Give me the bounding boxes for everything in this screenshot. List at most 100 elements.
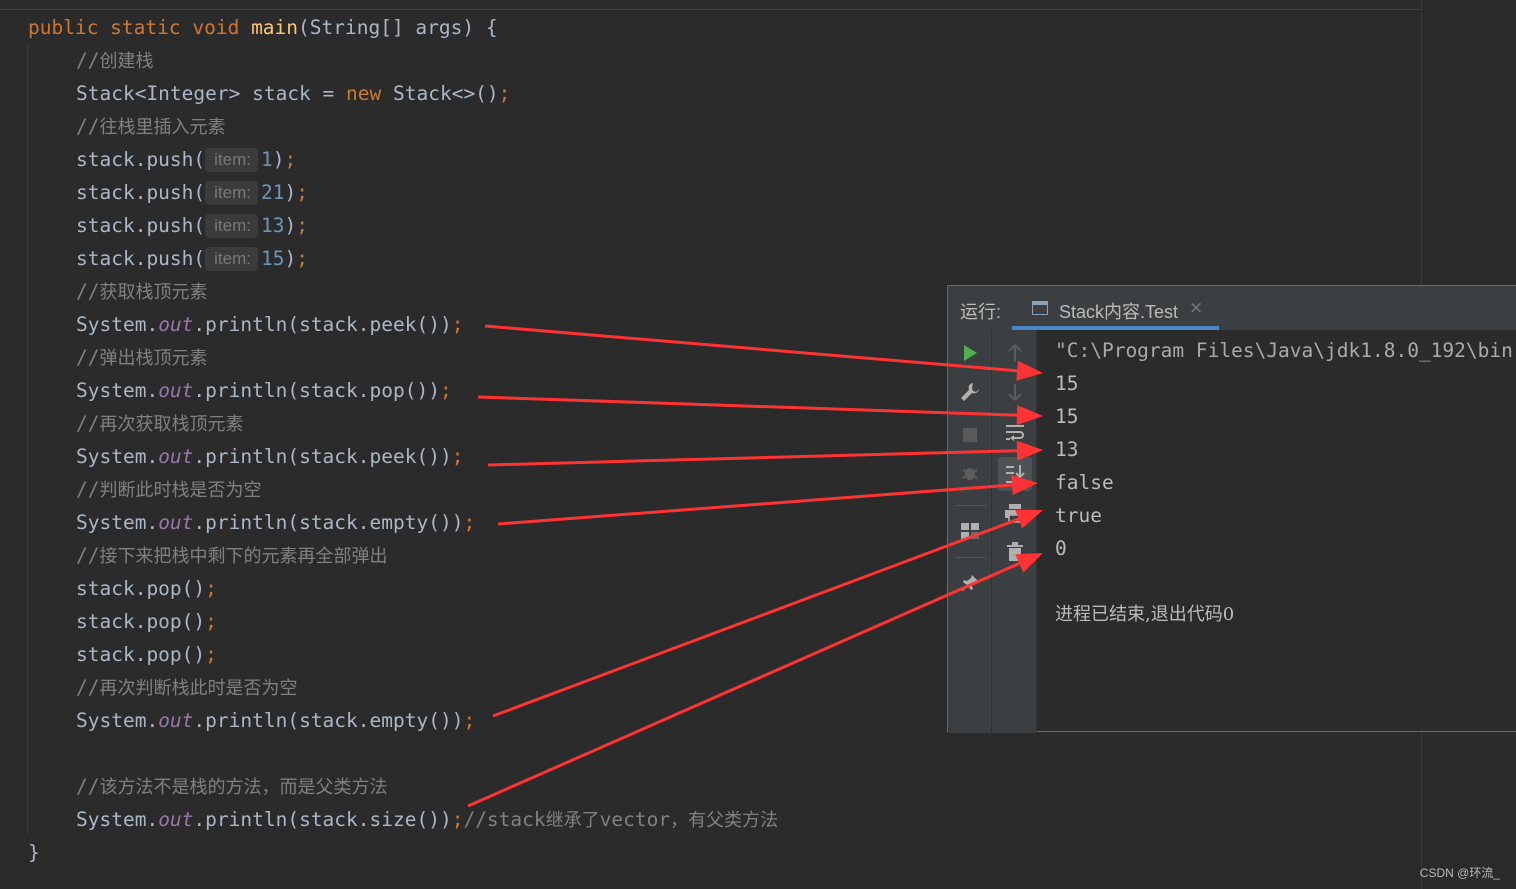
- pin-icon[interactable]: [955, 568, 985, 598]
- code-line[interactable]: stack.push(item: 15);: [76, 242, 308, 275]
- number-literal: 13: [260, 214, 285, 237]
- stop-icon[interactable]: [955, 420, 985, 450]
- code-line[interactable]: System.out.println(stack.empty());: [76, 704, 475, 737]
- code-line[interactable]: //获取栈顶元素: [76, 275, 207, 308]
- print-icon[interactable]: [1000, 498, 1030, 528]
- code-text: System.: [76, 445, 159, 468]
- run-toolbar-secondary: [992, 330, 1037, 733]
- comment-slashes: //: [76, 412, 100, 435]
- code-line[interactable]: stack.push(item: 13);: [76, 209, 308, 242]
- code-text: .println(stack.empty()): [193, 709, 464, 732]
- semicolon: ;: [205, 577, 217, 600]
- code-line[interactable]: System.out.println(stack.peek());: [76, 440, 463, 473]
- number-literal: 1: [260, 148, 273, 171]
- code-text: .println(stack.pop()): [193, 379, 440, 402]
- semicolon: ;: [296, 181, 308, 204]
- parameter-hint: item:: [205, 247, 258, 271]
- code-line[interactable]: stack.pop();: [76, 572, 217, 605]
- console-output-line: 进程已结束,退出代码0: [1055, 604, 1235, 625]
- static-field: out: [158, 808, 194, 831]
- comment-text: 该方法不是栈的方法，而是父类方法: [99, 777, 388, 798]
- code-line[interactable]: System.out.println(stack.empty());: [76, 506, 475, 539]
- comment-text: 再次获取栈顶元素: [99, 414, 244, 435]
- run-toolbar-primary: [948, 330, 992, 733]
- comment-slashes: //: [76, 544, 100, 567]
- code-text: .println(stack.size()): [193, 808, 452, 831]
- code-line[interactable]: stack.push(item: 1);: [76, 143, 296, 176]
- arrow-down-icon[interactable]: [1000, 377, 1030, 407]
- static-field: out: [158, 709, 194, 732]
- code-text: stack.pop(): [76, 643, 206, 666]
- code-text: Stack<Integer> stack =: [76, 82, 347, 105]
- toolbar-separator: [956, 505, 986, 506]
- code-line[interactable]: Stack<Integer> stack = new Stack<>();: [76, 77, 510, 110]
- soft-wrap-icon[interactable]: [1000, 418, 1030, 448]
- code-text: ): [284, 247, 297, 270]
- code-line[interactable]: }: [28, 836, 40, 869]
- code-text: .println(stack.peek()): [193, 445, 452, 468]
- code-text: Stack<>(): [381, 82, 499, 105]
- comment-slashes: //: [76, 676, 100, 699]
- comment-slashes: //: [76, 346, 100, 369]
- comment-text: 创建栈: [99, 51, 154, 72]
- rerun-icon[interactable]: [955, 338, 985, 368]
- close-tab-icon[interactable]: ×: [1189, 298, 1203, 318]
- scroll-to-end-icon[interactable]: [998, 457, 1032, 491]
- wrench-icon[interactable]: [955, 377, 985, 407]
- comment-text: //stack: [463, 808, 546, 831]
- semicolon: ;: [284, 148, 297, 171]
- code-line[interactable]: //该方法不是栈的方法，而是父类方法: [76, 770, 387, 803]
- code-line[interactable]: //接下来把栈中剩下的元素再全部弹出: [76, 539, 387, 572]
- code-line[interactable]: public static void main(String[] args) {: [28, 11, 498, 44]
- static-field: out: [158, 511, 194, 534]
- semicolon: ;: [439, 379, 452, 402]
- code-line[interactable]: System.out.println(stack.size());//stack…: [76, 803, 778, 836]
- code-line[interactable]: //再次获取栈顶元素: [76, 407, 243, 440]
- console-output-line: 15: [1055, 405, 1079, 428]
- semicolon: ;: [498, 82, 511, 105]
- code-text: System.: [76, 709, 159, 732]
- trash-icon[interactable]: [1000, 537, 1030, 567]
- comment-text: vector: [599, 808, 671, 831]
- code-text: }: [28, 841, 40, 864]
- comment-slashes: //: [76, 478, 100, 501]
- number-literal: 21: [260, 181, 285, 204]
- code-line[interactable]: //往栈里插入元素: [76, 110, 225, 143]
- keyword: new: [346, 82, 382, 105]
- comment-slashes: //: [76, 49, 100, 72]
- code-text: stack.push(: [76, 214, 206, 237]
- code-line[interactable]: System.out.println(stack.pop());: [76, 374, 452, 407]
- code-line[interactable]: //再次判断栈此时是否为空: [76, 671, 297, 704]
- console-output-line: 15: [1055, 372, 1079, 395]
- code-text: System.: [76, 379, 159, 402]
- layout-icon[interactable]: [955, 516, 985, 546]
- code-text: ): [272, 148, 285, 171]
- keyword: public static void: [28, 16, 252, 39]
- comment-text: ，有父类方法: [670, 810, 779, 831]
- code-line[interactable]: stack.push(item: 21);: [76, 176, 308, 209]
- comment-text: 弹出栈顶元素: [99, 348, 208, 369]
- comment-slashes: //: [76, 775, 100, 798]
- code-line[interactable]: //弹出栈顶元素: [76, 341, 207, 374]
- semicolon: ;: [205, 610, 217, 633]
- console-command-line: "C:\Program Files\Java\jdk1.8.0_192\bin: [1055, 339, 1513, 362]
- editor-top-border: [0, 9, 1421, 10]
- parameter-hint: item:: [205, 181, 258, 205]
- code-line[interactable]: //创建栈: [76, 44, 153, 77]
- parameter-hint: item:: [205, 148, 258, 172]
- console-output[interactable]: "C:\Program Files\Java\jdk1.8.0_192\bin 1…: [1037, 330, 1516, 731]
- arrow-up-icon[interactable]: [1000, 338, 1030, 368]
- watermark: CSDN @环流_: [1419, 866, 1500, 880]
- code-line[interactable]: System.out.println(stack.peek());: [76, 308, 463, 341]
- code-text: .println(stack.empty()): [193, 511, 464, 534]
- code-line[interactable]: stack.pop();: [76, 638, 217, 671]
- code-line[interactable]: stack.pop();: [76, 605, 217, 638]
- code-line[interactable]: //判断此时栈是否为空: [76, 473, 261, 506]
- debug-bug-icon[interactable]: [955, 458, 985, 488]
- code-text: stack.push(: [76, 181, 206, 204]
- parameter-hint: item:: [205, 214, 258, 238]
- console-output-line: true: [1055, 504, 1102, 527]
- comment-text: 继承了: [545, 810, 600, 831]
- run-tool-window: 运行: Stack内容.Test × "C:\Program Files\Jav…: [947, 285, 1516, 733]
- code-text: System.: [76, 511, 159, 534]
